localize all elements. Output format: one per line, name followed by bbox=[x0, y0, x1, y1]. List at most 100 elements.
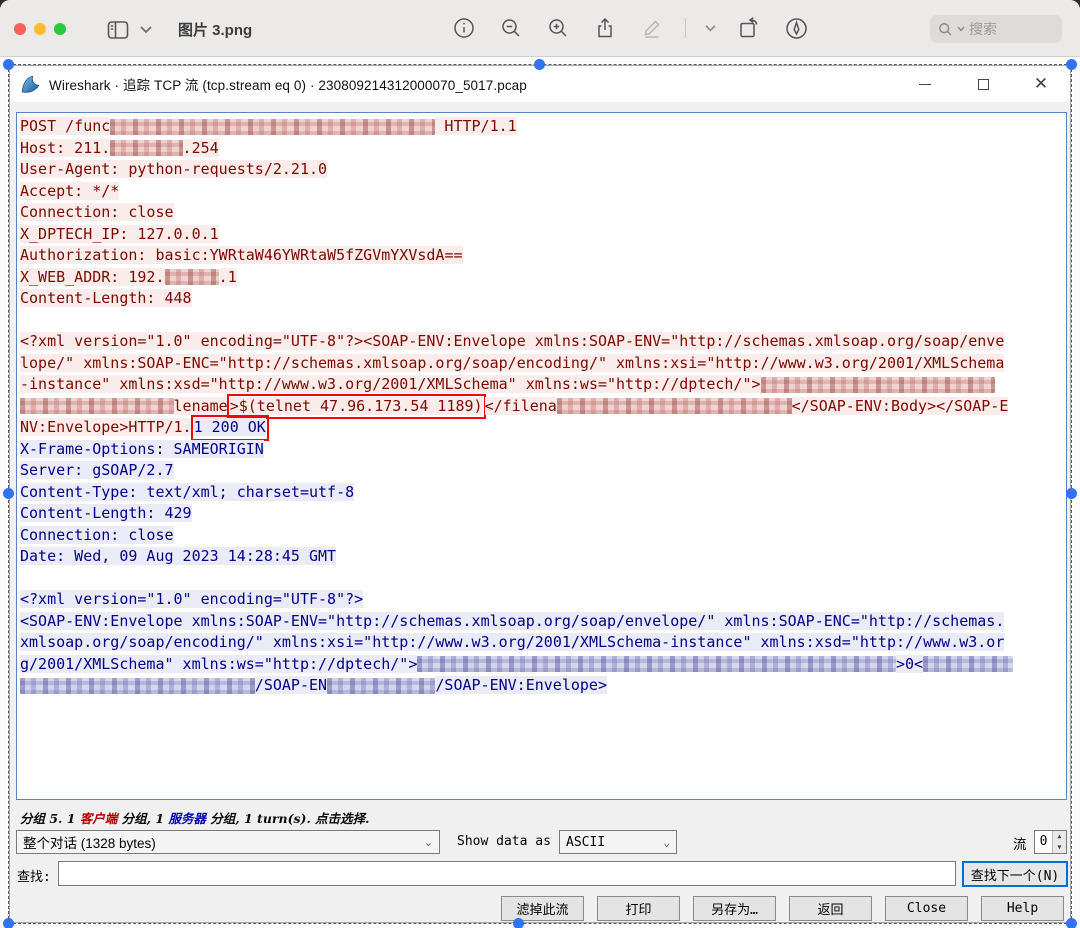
sidebar-chevron-icon[interactable] bbox=[140, 26, 152, 34]
stream-text-client: X_DPTECH_IP: 127.0.0.1 bbox=[20, 225, 219, 243]
stream-text-client: lename bbox=[174, 397, 228, 415]
stream-text-server: xmlsoap.org/soap/encoding/" xmlns:xsi="h… bbox=[20, 633, 1004, 651]
selection-handle[interactable] bbox=[513, 918, 524, 928]
wireshark-logo-icon bbox=[20, 74, 41, 95]
stream-line: Accept: */* bbox=[20, 181, 1066, 203]
stream-text-client: Content-Length: 448 bbox=[20, 289, 192, 307]
window-maximize-button[interactable] bbox=[954, 66, 1012, 102]
stream-text-client: .1 bbox=[219, 268, 237, 286]
stream-line: <SOAP-ENV:Envelope xmlns:SOAP-ENV="http:… bbox=[20, 611, 1066, 633]
preview-toolbar: 图片 3.png bbox=[0, 0, 1080, 57]
stream-line: Content-Length: 429 bbox=[20, 503, 1066, 525]
share-icon[interactable] bbox=[591, 14, 619, 42]
dialog-buttons: 滤掉此流 打印 另存为… 返回 Close Help bbox=[501, 896, 1064, 921]
stream-text-server: Content-Type: text/xml; charset=utf-8 bbox=[20, 483, 354, 501]
stream-text-server: >0< bbox=[896, 655, 923, 673]
close-icon: ✕ bbox=[1034, 76, 1048, 93]
close-traffic-light[interactable] bbox=[14, 23, 26, 35]
stream-text-server: <SOAP-ENV:Envelope xmlns:SOAP-ENV="http:… bbox=[20, 612, 1004, 630]
close-button[interactable]: Close bbox=[885, 896, 968, 921]
tcp-stream-text[interactable]: POST /func HTTP/1.1Host: 211..254User-Ag… bbox=[16, 112, 1067, 800]
stream-text-server: Server: gSOAP/2.7 bbox=[20, 461, 174, 479]
spinner-up-icon[interactable]: ▲ bbox=[1053, 831, 1066, 842]
stream-text-server: X-Frame-Options: SAMEORIGIN bbox=[20, 440, 264, 458]
encoding-select-value: ASCII bbox=[566, 835, 605, 850]
traffic-lights bbox=[14, 23, 66, 35]
back-button[interactable]: 返回 bbox=[789, 896, 872, 921]
stream-line: POST /func HTTP/1.1 bbox=[20, 116, 1066, 138]
sidebar-toggle-icon[interactable] bbox=[104, 16, 132, 44]
search-chevron-icon bbox=[957, 26, 965, 32]
stream-text-client: Authorization: basic:YWRtaW46YWRtaW5fZGV… bbox=[20, 246, 463, 264]
find-next-button[interactable]: 查找下一个(N) bbox=[962, 861, 1068, 887]
selection-handle[interactable] bbox=[1066, 918, 1077, 928]
zoom-traffic-light[interactable] bbox=[54, 23, 66, 35]
selection-handle[interactable] bbox=[3, 918, 14, 928]
stream-text-client: .254 bbox=[183, 139, 219, 157]
redacted-segment bbox=[923, 656, 1013, 672]
stream-line: Authorization: basic:YWRtaW46YWRtaW5fZGV… bbox=[20, 245, 1066, 267]
stream-text-client: POST /func bbox=[20, 117, 110, 135]
selection-handle[interactable] bbox=[534, 59, 545, 70]
markup-pencil-icon[interactable] bbox=[638, 14, 666, 42]
stream-line bbox=[20, 310, 1066, 332]
stream-line: g/2001/XMLSchema" xmlns:ws="http://dptec… bbox=[20, 654, 1066, 676]
find-input[interactable] bbox=[58, 861, 956, 886]
selection-handle[interactable] bbox=[1066, 488, 1077, 499]
hint-part: 分组 5. 1 bbox=[20, 811, 80, 826]
toolbar-search-field[interactable] bbox=[930, 15, 1062, 43]
stream-line: Host: 211. .254 bbox=[20, 138, 1066, 160]
hint-part: 分组, 1 bbox=[117, 811, 168, 826]
wireshark-titlebar: Wireshark · 追踪 TCP 流 (tcp.stream eq 0) ·… bbox=[10, 66, 1070, 102]
stream-text-server: g/2001/XMLSchema" xmlns:ws="http://dptec… bbox=[20, 655, 417, 673]
zoom-out-icon[interactable] bbox=[497, 14, 525, 42]
stream-line: <?xml version="1.0" encoding="UTF-8"?><S… bbox=[20, 331, 1066, 353]
encoding-select[interactable]: ASCII ⌄ bbox=[559, 830, 677, 854]
conversation-select[interactable]: 整个对话 (1328 bytes) ⌄ bbox=[16, 830, 440, 854]
selection-handle[interactable] bbox=[1066, 59, 1077, 70]
search-input[interactable] bbox=[969, 21, 1049, 37]
stream-text-server: Connection: close bbox=[20, 526, 174, 544]
conversation-select-value: 整个对话 (1328 bytes) bbox=[23, 832, 156, 852]
markup-chevron-icon[interactable] bbox=[705, 25, 716, 32]
minimize-icon bbox=[919, 84, 931, 85]
rotate-icon[interactable] bbox=[735, 14, 763, 42]
stream-line: X_DPTECH_IP: 127.0.0.1 bbox=[20, 224, 1066, 246]
hint-part: 客户端 bbox=[80, 811, 118, 826]
stream-line: Date: Wed, 09 Aug 2023 14:28:45 GMT bbox=[20, 546, 1066, 568]
stream-text-client: >$(telnet 47.96.173.54 1189) bbox=[230, 397, 483, 415]
window-close-button[interactable]: ✕ bbox=[1012, 66, 1070, 102]
selection-marquee[interactable]: Wireshark · 追踪 TCP 流 (tcp.stream eq 0) ·… bbox=[8, 64, 1072, 924]
show-data-as-label: Show data as bbox=[457, 834, 551, 849]
filter-out-stream-button[interactable]: 滤掉此流 bbox=[501, 896, 584, 921]
stream-line: NV:Envelope>HTTP/1.1 200 OK bbox=[20, 417, 1066, 439]
print-button[interactable]: 打印 bbox=[597, 896, 680, 921]
stream-text-server: <?xml version="1.0" encoding="UTF-8"?> bbox=[20, 590, 363, 608]
markup-pen-icon[interactable] bbox=[782, 14, 810, 42]
stream-line: X_WEB_ADDR: 192..1 bbox=[20, 267, 1066, 289]
zoom-in-icon[interactable] bbox=[544, 14, 572, 42]
toolbar-divider bbox=[685, 18, 686, 38]
save-as-button[interactable]: 另存为… bbox=[693, 896, 776, 921]
spinner-down-icon[interactable]: ▼ bbox=[1053, 842, 1066, 853]
stream-text-client: </SOAP-ENV:Body></SOAP-E bbox=[792, 397, 1009, 415]
wireshark-window-title: Wireshark · 追踪 TCP 流 (tcp.stream eq 0) ·… bbox=[49, 74, 527, 94]
selection-handle[interactable] bbox=[3, 488, 14, 499]
window-minimize-button[interactable] bbox=[896, 66, 954, 102]
redacted-segment bbox=[20, 398, 174, 414]
stream-text-client: <?xml version="1.0" encoding="UTF-8"?><S… bbox=[20, 332, 1004, 350]
stream-text-client: Host: 211. bbox=[20, 139, 110, 157]
info-icon[interactable] bbox=[450, 14, 478, 42]
stream-number-spinner[interactable]: 0 ▲ ▼ bbox=[1034, 830, 1067, 854]
find-label: 查找: bbox=[17, 866, 51, 885]
chevron-down-icon: ⌄ bbox=[663, 836, 670, 849]
selection-handle[interactable] bbox=[3, 59, 14, 70]
stream-text-server: Date: Wed, 09 Aug 2023 14:28:45 GMT bbox=[20, 547, 336, 565]
redacted-segment bbox=[110, 119, 435, 135]
hint-line: 分组 5. 1 客户端 分组, 1 服务器 分组, 1 turn(s). 点击选… bbox=[20, 808, 370, 827]
minimize-traffic-light[interactable] bbox=[34, 23, 46, 35]
stream-text-client: -instance" xmlns:xsd="http://www.w3.org/… bbox=[20, 375, 761, 393]
stream-text-client: Accept: */* bbox=[20, 182, 119, 200]
help-button[interactable]: Help bbox=[981, 896, 1064, 921]
annotation-box: 1 200 OK bbox=[191, 415, 269, 441]
